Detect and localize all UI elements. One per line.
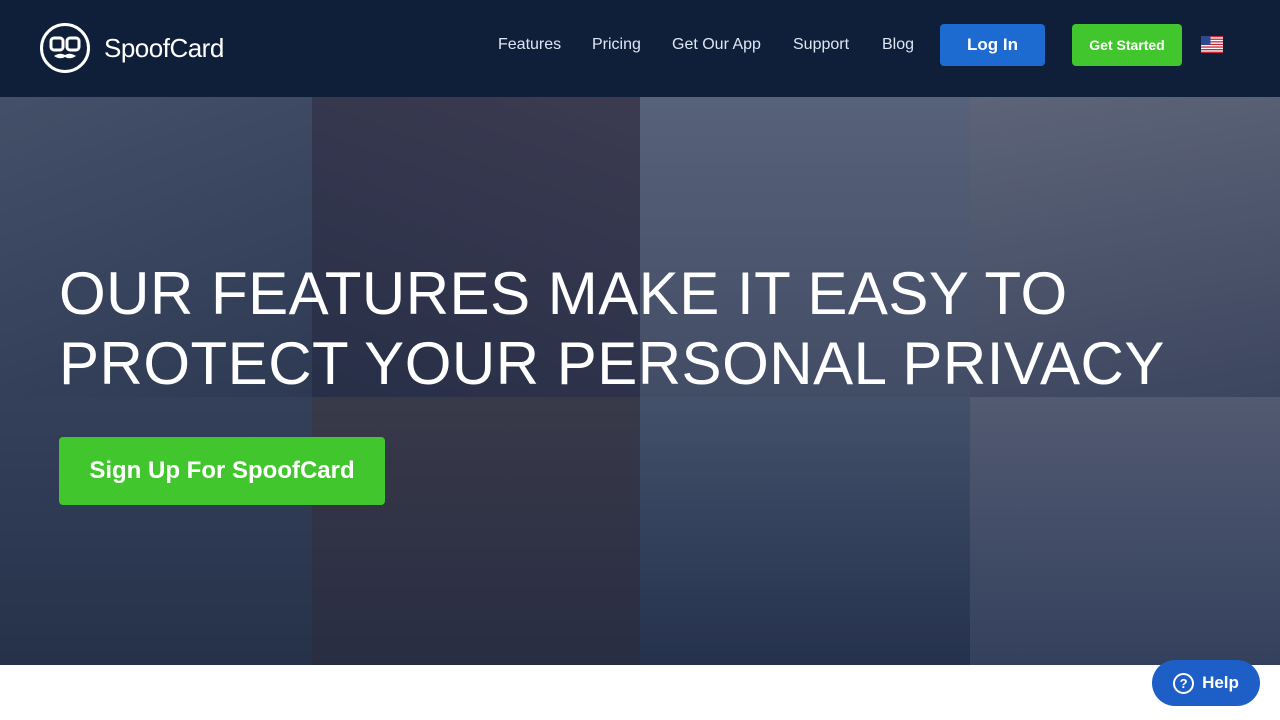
help-question-icon: ? bbox=[1173, 672, 1195, 694]
us-flag-icon[interactable] bbox=[1201, 36, 1223, 53]
help-label: Help bbox=[1202, 673, 1239, 692]
hero-section: OUR FEATURES MAKE IT EASY TO PROTECT YOU… bbox=[0, 97, 1280, 665]
nav-blog[interactable]: Blog bbox=[882, 36, 914, 54]
nav-get-our-app[interactable]: Get Our App bbox=[672, 36, 761, 54]
nav-features[interactable]: Features bbox=[498, 36, 561, 54]
sign-up-button[interactable]: Sign Up For SpoofCard bbox=[59, 437, 385, 505]
get-started-button[interactable]: Get Started bbox=[1072, 24, 1182, 66]
login-button[interactable]: Log In bbox=[940, 24, 1045, 66]
hero-title: OUR FEATURES MAKE IT EASY TO PROTECT YOU… bbox=[59, 260, 1165, 397]
nav-support[interactable]: Support bbox=[793, 36, 849, 54]
nav-pricing[interactable]: Pricing bbox=[592, 36, 641, 54]
top-navigation-bar: SpoofCard Features Pricing Get Our App S… bbox=[0, 0, 1280, 97]
help-button[interactable]: ? Help bbox=[1152, 660, 1260, 706]
